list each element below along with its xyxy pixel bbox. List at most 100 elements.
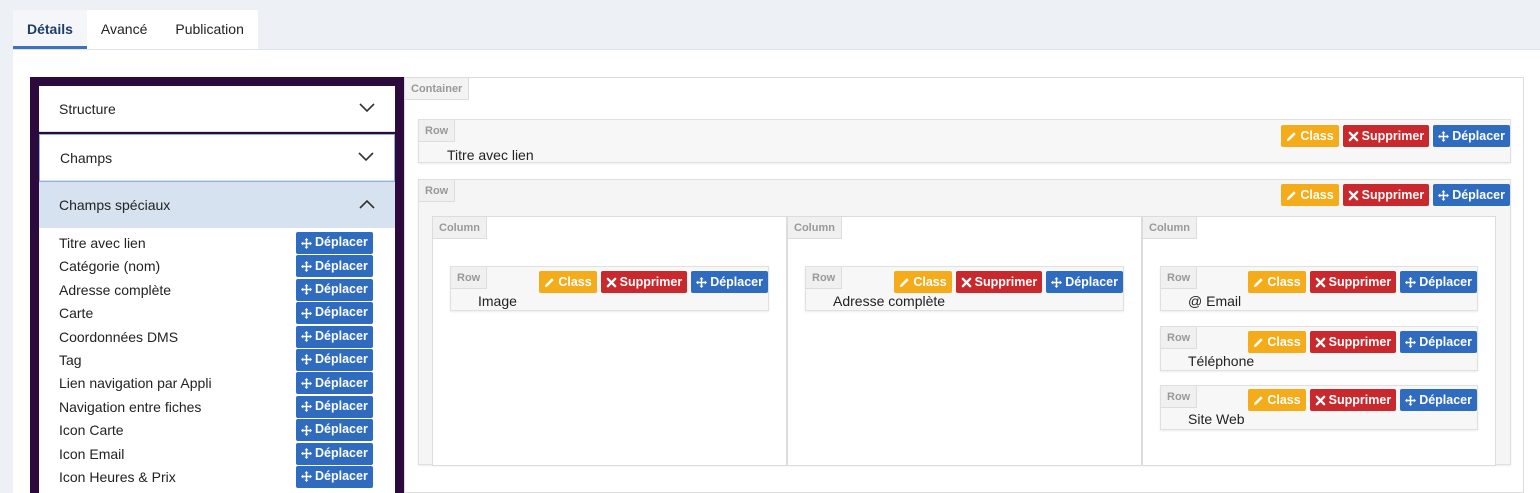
class-button[interactable]: Class <box>1248 331 1306 353</box>
delete-button[interactable]: Supprimer <box>1342 184 1430 206</box>
delete-button[interactable]: Supprimer <box>1309 331 1397 353</box>
row-image[interactable]: Row Image Class Supprimer Déplacer <box>450 266 769 311</box>
class-button-label: Class <box>1300 188 1334 202</box>
delete-button-label: Supprimer <box>1328 335 1392 349</box>
arrows-move-icon <box>1405 394 1417 406</box>
row-tag: Row <box>451 267 488 289</box>
x-icon <box>1348 131 1359 141</box>
delete-button[interactable]: Supprimer <box>1342 125 1430 147</box>
row-site-web[interactable]: Row Site Web Class Supprimer Déplacer <box>1160 385 1478 430</box>
column-3[interactable]: Column Row @ Email Class Supprimer Déplace… <box>1142 216 1496 466</box>
move-button[interactable]: Déplacer <box>296 302 373 325</box>
row-columns[interactable]: Row Class Supprimer Déplacer Column Row Im… <box>418 179 1511 466</box>
row-tag: Row <box>806 267 843 289</box>
move-button-label: Déplacer <box>315 305 368 320</box>
move-button-label: Déplacer <box>315 282 368 297</box>
move-button[interactable]: Déplacer <box>296 325 373 348</box>
delete-button[interactable]: Supprimer <box>600 271 688 293</box>
move-button[interactable]: Déplacer <box>296 465 373 488</box>
delete-button-label: Supprimer <box>619 275 683 289</box>
class-button[interactable]: Class <box>1281 125 1339 147</box>
column-tag: Column <box>788 217 842 239</box>
chevron-down-icon <box>358 152 374 162</box>
special-field-label: Icon Email <box>59 445 125 462</box>
column-2[interactable]: Column Row Adresse complète Class Supprim… <box>787 216 1142 466</box>
accordion-champs: Champs <box>39 134 395 182</box>
special-field-item: Lien navigation par Appli Déplacer <box>39 372 395 395</box>
row-telephone[interactable]: Row Téléphone Class Supprimer Déplacer <box>1160 326 1478 371</box>
move-button-label: Déplacer <box>315 445 368 460</box>
row-adresse[interactable]: Row Adresse complète Class Supprimer Dépla… <box>805 266 1124 311</box>
move-button[interactable]: Déplacer <box>1400 271 1477 293</box>
special-field-label: Lien navigation par Appli <box>59 375 212 392</box>
special-field-item: Coordonnées DMS Déplacer <box>39 325 395 349</box>
field-telephone: Téléphone <box>1188 353 1255 369</box>
class-button[interactable]: Class <box>894 271 952 293</box>
move-button[interactable]: Déplacer <box>296 278 373 301</box>
class-button[interactable]: Class <box>1281 184 1339 206</box>
move-button[interactable]: Déplacer <box>296 255 373 278</box>
delete-button[interactable]: Supprimer <box>1309 271 1397 293</box>
arrows-move-icon <box>301 237 312 249</box>
container-tag: Container <box>405 78 470 100</box>
move-button[interactable]: Déplacer <box>1046 271 1123 293</box>
move-button-label: Déplacer <box>315 422 368 437</box>
row-titre[interactable]: Row Titre avec lien Class Supprimer Déplac… <box>418 119 1511 163</box>
pencil-icon <box>1287 190 1297 200</box>
row-actions: Class Supprimer Déplacer <box>1248 331 1477 353</box>
move-button[interactable]: Déplacer <box>296 395 373 418</box>
field-titre-avec-lien: Titre avec lien <box>447 147 534 163</box>
move-button[interactable]: Déplacer <box>296 419 373 442</box>
special-field-item: Icon Carte Déplacer <box>39 419 395 442</box>
move-button[interactable]: Déplacer <box>296 348 373 371</box>
accordion-header-structure[interactable]: Structure <box>39 86 395 132</box>
arrows-move-icon <box>301 307 312 319</box>
move-button-label: Déplacer <box>1065 275 1118 289</box>
special-field-label: Icon Heures & Prix <box>59 468 176 485</box>
special-field-label: Navigation entre fiches <box>59 398 202 415</box>
move-button[interactable]: Déplacer <box>1400 389 1477 411</box>
special-fields-list: Titre avec lien Déplacer Catégorie (nom) Dé… <box>39 228 395 489</box>
column-1[interactable]: Column Row Image Class Supprimer Déplacer <box>432 216 787 466</box>
move-button[interactable]: Déplacer <box>296 232 373 254</box>
move-button[interactable]: Déplacer <box>296 372 373 395</box>
arrows-move-icon <box>1405 276 1417 288</box>
special-field-item: Adresse complète Déplacer <box>39 278 395 302</box>
special-field-item: Carte Déplacer <box>39 302 395 325</box>
special-field-item: Titre avec lien Déplacer <box>39 232 395 255</box>
move-button[interactable]: Déplacer <box>1433 184 1510 206</box>
chevron-down-icon <box>359 103 375 113</box>
row-actions: Class Supprimer Déplacer <box>894 271 1123 293</box>
class-button[interactable]: Class <box>1248 389 1306 411</box>
special-field-label: Icon Carte <box>59 422 124 439</box>
tab-details[interactable]: Détails <box>13 10 87 49</box>
accordion-label: Champs <box>60 150 113 166</box>
move-button[interactable]: Déplacer <box>1400 331 1477 353</box>
field-image: Image <box>478 293 517 309</box>
delete-button[interactable]: Supprimer <box>1309 389 1397 411</box>
move-button[interactable]: Déplacer <box>691 271 768 293</box>
tab-advanced[interactable]: Avancé <box>86 10 162 49</box>
arrows-move-icon <box>1438 130 1450 142</box>
move-button-label: Déplacer <box>315 399 368 414</box>
accordion-header-champs-speciaux[interactable]: Champs spéciaux <box>39 182 395 228</box>
delete-button[interactable]: Supprimer <box>955 271 1043 293</box>
class-button[interactable]: Class <box>1248 271 1306 293</box>
special-field-label: Adresse complète <box>59 281 172 298</box>
row-tag: Row <box>1161 386 1198 408</box>
field-email: @ Email <box>1188 293 1242 309</box>
special-field-label: Catégorie (nom) <box>59 258 161 275</box>
move-button[interactable]: Déplacer <box>1433 125 1510 147</box>
x-icon <box>606 277 617 287</box>
tab-publication[interactable]: Publication <box>161 10 258 49</box>
arrows-move-icon <box>301 284 312 296</box>
move-button-label: Déplacer <box>710 275 763 289</box>
arrows-move-icon <box>1438 189 1450 201</box>
arrows-move-icon <box>301 260 312 272</box>
class-button[interactable]: Class <box>539 271 597 293</box>
row-email[interactable]: Row @ Email Class Supprimer Déplacer <box>1160 266 1478 311</box>
components-panel: Structure Champs Champs spéciaux Titre a… <box>30 77 404 493</box>
accordion-header-champs[interactable]: Champs <box>40 135 394 181</box>
move-button-label: Déplacer <box>1419 275 1472 289</box>
move-button[interactable]: Déplacer <box>296 442 373 465</box>
